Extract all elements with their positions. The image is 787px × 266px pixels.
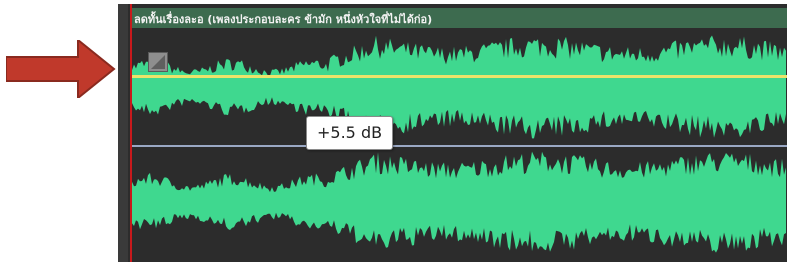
volume-envelope-line[interactable]: [130, 75, 787, 78]
volume-tooltip: +5.5 dB: [306, 116, 394, 150]
clip-title-bar[interactable]: ลดทั้นเรื่องละอ (เพลงประกอบละคร ข้ามัก ห…: [130, 8, 787, 28]
clip-title: ลดทั้นเรื่องละอ (เพลงประกอบละคร ข้ามัก ห…: [134, 13, 433, 26]
channel-divider-line: [130, 145, 787, 147]
screenshot-stage: ลดทั้นเรื่องละอ (เพลงประกอบละคร ข้ามัก ห…: [0, 0, 787, 266]
waveform-shape: [130, 35, 786, 139]
waveform-channel-left: [130, 35, 786, 139]
playhead[interactable]: [130, 4, 132, 262]
fade-in-handle-icon[interactable]: [148, 52, 168, 72]
arrow-right-icon: [6, 40, 116, 98]
fade-ramp-icon: [151, 55, 165, 69]
waveform-shape: [130, 151, 786, 253]
audio-clip[interactable]: ลดทั้นเรื่องละอ (เพลงประกอบละคร ข้ามัก ห…: [118, 4, 787, 262]
waveform-channel-right: [130, 151, 786, 253]
waveform: [130, 35, 786, 253]
clip-left-edge: [118, 4, 128, 262]
